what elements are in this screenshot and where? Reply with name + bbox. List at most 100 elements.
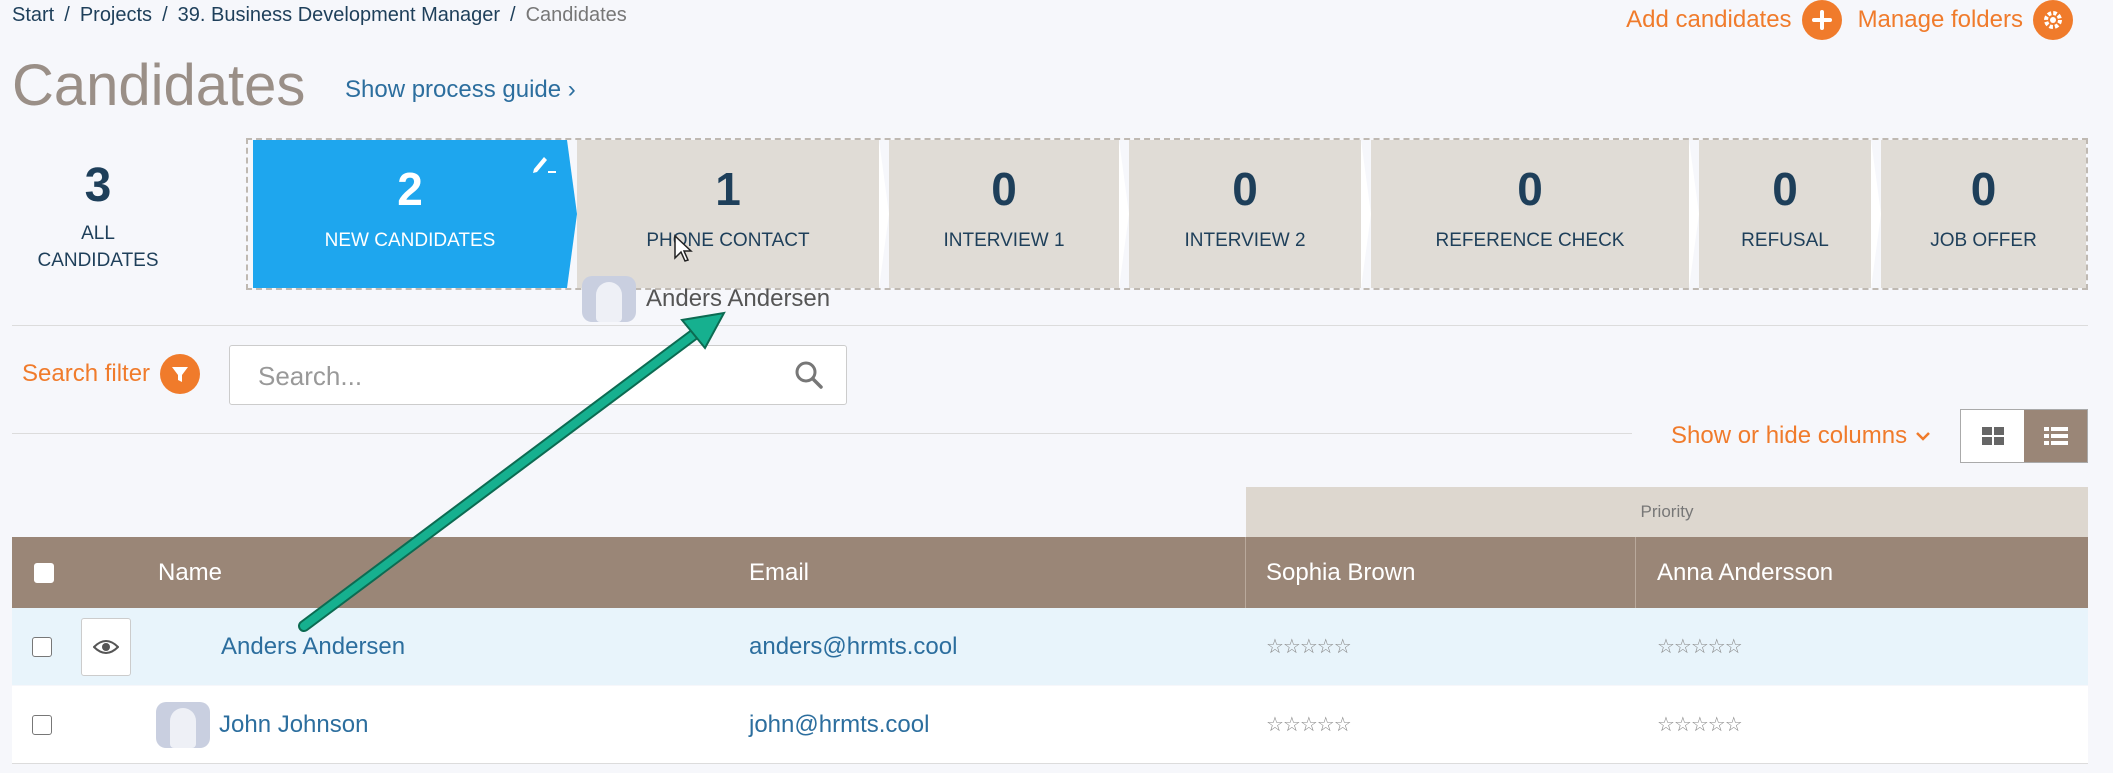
show-process-guide-link[interactable]: Show process guide ›: [345, 76, 576, 104]
rating-cell: ☆☆☆☆☆: [1657, 686, 1743, 763]
pencil-icon[interactable]: [531, 152, 557, 179]
email-cell: anders@hrmts.cool: [749, 608, 957, 685]
stage-arrow: [1119, 140, 1129, 288]
stage-arrow: [567, 140, 577, 288]
view-toggle: [1960, 409, 2088, 463]
star-rating[interactable]: ☆☆☆☆☆: [1266, 712, 1352, 737]
stage-interview-2[interactable]: 0 INTERVIEW 2: [1129, 140, 1361, 288]
table-header: Name Email Sophia Brown Anna Andersson: [12, 537, 2088, 608]
select-all-checkbox[interactable]: [34, 562, 54, 583]
candidate-name-link[interactable]: Anders Andersen: [221, 633, 405, 661]
stage-label: JOB OFFER: [1930, 230, 2037, 251]
all-candidates-label-line2: CANDIDATES: [37, 250, 159, 271]
dragged-candidate-ghost[interactable]: Anders Andersen: [582, 276, 830, 322]
stage-count: 0: [1970, 163, 1997, 215]
search-icon[interactable]: [794, 360, 824, 395]
column-header-reviewer-2[interactable]: Anna Andersson: [1657, 537, 1833, 608]
breadcrumb-projects[interactable]: Projects: [80, 4, 152, 27]
search-filter-label: Search filter: [22, 360, 151, 387]
stage-count: 0: [1772, 163, 1798, 215]
stage-reference-check[interactable]: 0 REFERENCE CHECK: [1371, 140, 1689, 288]
name-cell: John Johnson: [219, 686, 368, 763]
row-select-cell: [32, 608, 52, 685]
filter-icon: [160, 354, 201, 394]
star-rating[interactable]: ☆☆☆☆☆: [1657, 634, 1743, 659]
gear-icon: [2033, 0, 2073, 40]
stage-arrow: [1871, 140, 1881, 288]
stage-arrow: [879, 140, 889, 288]
search-input[interactable]: [256, 360, 780, 393]
avatar: [582, 276, 636, 322]
rating-cell: ☆☆☆☆☆: [1657, 608, 1743, 685]
column-header-reviewer-1[interactable]: Sophia Brown: [1266, 537, 1415, 608]
star-rating[interactable]: ☆☆☆☆☆: [1266, 634, 1352, 659]
top-actions: Add candidates Manage folders: [1626, 0, 2073, 40]
preview-button[interactable]: [81, 617, 131, 676]
chevron-down-icon: [1916, 432, 1931, 441]
all-candidates-count: 3: [84, 159, 112, 212]
stage-count: 0: [991, 163, 1017, 215]
all-candidates-counter[interactable]: 3 ALL CANDIDATES: [12, 140, 184, 290]
stage-job-offer[interactable]: 0 JOB OFFER: [1881, 140, 2086, 288]
manage-folders-label: Manage folders: [1857, 6, 2023, 33]
breadcrumb-separator: /: [510, 4, 516, 26]
list-view-icon: [2043, 427, 2068, 445]
breadcrumb-current: Candidates: [525, 4, 627, 26]
all-candidates-label: ALL CANDIDATES: [12, 220, 184, 274]
stage-interview-1[interactable]: 0 INTERVIEW 1: [889, 140, 1119, 288]
divider: [12, 763, 2088, 764]
grid-view-icon: [1981, 427, 2004, 445]
breadcrumb-separator: /: [162, 4, 168, 26]
preview-cell: [81, 608, 131, 685]
stage-count: 0: [1517, 163, 1543, 215]
avatar-cell: [156, 686, 210, 763]
stage-count: 0: [1232, 163, 1258, 215]
breadcrumb-project[interactable]: 39. Business Development Manager: [178, 4, 500, 27]
column-header-email[interactable]: Email: [749, 537, 809, 608]
stage-arrow: [1689, 140, 1699, 288]
row-checkbox[interactable]: [32, 636, 52, 657]
breadcrumb: Start / Projects / 39. Business Developm…: [12, 4, 627, 27]
show-hide-columns-label: Show or hide columns: [1671, 422, 1908, 449]
email-cell: john@hrmts.cool: [749, 686, 929, 763]
stage-count: 1: [715, 163, 741, 215]
stage-new-candidates[interactable]: 2 NEW CANDIDATES: [253, 140, 567, 288]
table-row[interactable]: Anders Andersen anders@hrmts.cool ☆☆☆☆☆ …: [12, 608, 2088, 685]
rating-cell: ☆☆☆☆☆: [1266, 686, 1352, 763]
candidate-email-link[interactable]: john@hrmts.cool: [749, 711, 929, 739]
search-filter-button[interactable]: Search filter: [22, 354, 201, 394]
stage-label: INTERVIEW 2: [1184, 230, 1306, 251]
mouse-cursor-icon: [674, 234, 693, 262]
all-candidates-label-line1: ALL: [81, 223, 115, 244]
stage-label: REFUSAL: [1741, 230, 1829, 251]
stage-refusal[interactable]: 0 REFUSAL: [1699, 140, 1871, 288]
add-candidates-label: Add candidates: [1626, 6, 1792, 33]
add-candidates-button[interactable]: Add candidates: [1626, 0, 1842, 40]
column-header-name[interactable]: Name: [158, 537, 222, 608]
eye-icon: [93, 639, 119, 654]
table-row[interactable]: John Johnson john@hrmts.cool ☆☆☆☆☆ ☆☆☆☆☆: [12, 686, 2088, 763]
select-all-cell: [34, 537, 74, 608]
manage-folders-button[interactable]: Manage folders: [1858, 0, 2073, 40]
breadcrumb-separator: /: [64, 4, 70, 26]
column-divider: [1245, 537, 1246, 608]
row-checkbox[interactable]: [32, 714, 52, 735]
stage-label: PHONE CONTACT: [646, 230, 810, 251]
search-box: [229, 345, 847, 405]
list-view-button[interactable]: [2024, 410, 2087, 462]
priority-group-header: Priority: [1246, 487, 2088, 537]
candidate-email-link[interactable]: anders@hrmts.cool: [749, 633, 957, 661]
column-divider: [1635, 537, 1636, 608]
breadcrumb-start[interactable]: Start: [12, 4, 54, 27]
show-hide-columns-dropdown[interactable]: Show or hide columns: [1671, 422, 1931, 450]
page-title: Candidates: [12, 53, 306, 118]
stage-label: REFERENCE CHECK: [1435, 230, 1625, 251]
stage-phone-contact[interactable]: 1 PHONE CONTACT: [577, 140, 879, 288]
rating-cell: ☆☆☆☆☆: [1266, 608, 1352, 685]
divider: [12, 325, 2088, 326]
grid-view-button[interactable]: [1961, 410, 2024, 462]
stage-count: 2: [397, 163, 423, 215]
candidate-name-link[interactable]: John Johnson: [219, 711, 368, 739]
row-select-cell: [32, 686, 52, 763]
star-rating[interactable]: ☆☆☆☆☆: [1657, 712, 1743, 737]
